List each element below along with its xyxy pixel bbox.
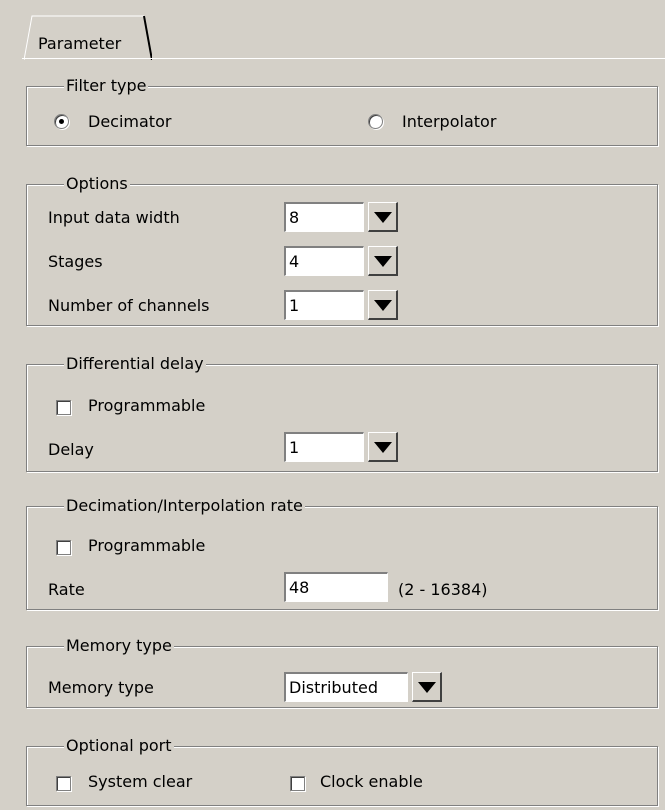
chevron-down-icon[interactable] [368, 290, 398, 320]
programmable-delay-checkbox[interactable] [56, 400, 71, 415]
system-clear-checkbox[interactable] [56, 776, 71, 791]
radio-decimator-label: Decimator [88, 112, 172, 131]
channels-value: 1 [289, 296, 300, 315]
input-data-width-select[interactable]: 8 [284, 202, 364, 232]
radio-interpolator[interactable] [368, 114, 383, 129]
group-title-filter-type: Filter type [64, 76, 149, 96]
rate-input[interactable]: 48 [284, 572, 388, 602]
stages-value: 4 [289, 252, 300, 271]
clock-enable-label: Clock enable [320, 772, 423, 791]
group-differential-delay: Differential delay Programmable Delay 1 [26, 354, 658, 472]
radio-dot-icon [59, 119, 64, 124]
input-data-width-label: Input data width [48, 208, 180, 227]
stages-label: Stages [48, 252, 103, 271]
stages-select[interactable]: 4 [284, 246, 364, 276]
group-filter-type: Filter type Decimator Interpolator [26, 76, 658, 146]
rate-value: 48 [289, 578, 310, 597]
tab-strip: Parameter [0, 0, 665, 60]
radio-decimator[interactable] [54, 114, 69, 129]
input-data-width-value: 8 [289, 208, 300, 227]
memory-type-select[interactable]: Distributed [284, 672, 408, 702]
group-optional-port: Optional port System clear Clock enable [26, 736, 658, 806]
radio-interpolator-label: Interpolator [402, 112, 497, 131]
delay-label: Delay [48, 440, 94, 459]
tab-parameter[interactable]: Parameter [24, 14, 152, 60]
group-title-memory-type: Memory type [64, 636, 174, 656]
chevron-down-icon[interactable] [368, 246, 398, 276]
group-title-options: Options [64, 174, 130, 194]
delay-value: 1 [289, 438, 300, 457]
tab-parameter-label: Parameter [38, 34, 122, 53]
memory-type-value: Distributed [289, 678, 378, 697]
programmable-delay-label: Programmable [88, 396, 206, 415]
memory-type-label: Memory type [48, 678, 154, 697]
chevron-down-icon[interactable] [368, 432, 398, 462]
tab-panel-border [22, 58, 665, 59]
rate-label: Rate [48, 580, 85, 599]
group-title-optional-port: Optional port [64, 736, 174, 756]
rate-range-hint: (2 - 16384) [398, 580, 488, 599]
group-memory-type: Memory type Memory type Distributed [26, 636, 658, 708]
system-clear-label: System clear [88, 772, 193, 791]
channels-select[interactable]: 1 [284, 290, 364, 320]
programmable-rate-checkbox[interactable] [56, 540, 71, 555]
programmable-rate-label: Programmable [88, 536, 206, 555]
chevron-down-icon[interactable] [368, 202, 398, 232]
delay-select[interactable]: 1 [284, 432, 364, 462]
clock-enable-checkbox[interactable] [290, 776, 305, 791]
group-rate: Decimation/Interpolation rate Programmab… [26, 496, 658, 610]
chevron-down-icon[interactable] [412, 672, 442, 702]
group-title-rate: Decimation/Interpolation rate [64, 496, 305, 516]
group-options: Options Input data width 8 Stages 4 Numb… [26, 174, 658, 326]
channels-label: Number of channels [48, 296, 210, 315]
group-title-differential-delay: Differential delay [64, 354, 206, 374]
